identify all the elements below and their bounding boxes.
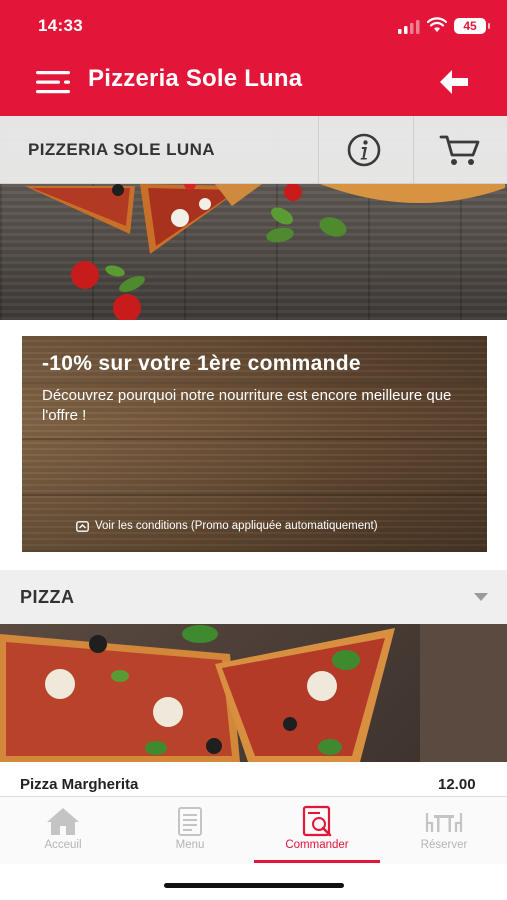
- restaurant-hero: PIZZERIA SOLE LUNA: [0, 116, 507, 320]
- tab-commander[interactable]: Commander: [254, 797, 380, 865]
- table-icon: [425, 813, 463, 832]
- hamburger-menu-icon[interactable]: [36, 68, 72, 96]
- promo-title: -10% sur votre 1ère commande: [42, 352, 361, 375]
- order-icon: [302, 805, 332, 837]
- signal-icon: [398, 20, 420, 34]
- promo-description: Découvrez pourquoi notre nourriture est …: [42, 387, 452, 424]
- bottom-tab-bar: Acceuil Menu Commander Réserver: [0, 796, 507, 864]
- cart-icon[interactable]: [439, 132, 481, 168]
- promo-banner[interactable]: -10% sur votre 1ère commande Découvrez p…: [22, 336, 487, 552]
- menu-item-name: Pizza Margherita: [20, 776, 139, 793]
- top-bar: 14:33 45 Pizzeria Sole Luna: [0, 0, 507, 116]
- menu-book-icon: [178, 807, 202, 836]
- promo-conditions: Voir les conditions (Promo appliquée aut…: [95, 520, 378, 532]
- restaurant-band: PIZZERIA SOLE LUNA: [0, 116, 507, 184]
- tab-label: Acceuil: [44, 839, 82, 851]
- tab-label: Commander: [285, 839, 349, 851]
- band-divider: [318, 116, 319, 184]
- tab-label: Menu: [175, 839, 205, 851]
- battery-indicator: 45: [454, 18, 490, 34]
- home-icon: [47, 808, 79, 835]
- category-header-pizza[interactable]: PIZZA: [0, 570, 507, 624]
- back-arrow-icon[interactable]: [438, 68, 470, 96]
- info-icon[interactable]: [344, 132, 384, 168]
- page-title: Pizzeria Sole Luna: [88, 65, 303, 92]
- home-indicator: [164, 883, 344, 888]
- tab-reserver[interactable]: Réserver: [381, 797, 507, 865]
- tab-label: Réserver: [420, 839, 468, 851]
- tab-accueil[interactable]: Acceuil: [0, 797, 126, 865]
- pizza-image: [0, 624, 507, 762]
- app-bar: Pizzeria Sole Luna: [0, 52, 507, 116]
- wifi-icon: [427, 17, 447, 32]
- promo-conditions-link[interactable]: Voir les conditions (Promo appliquée aut…: [76, 518, 378, 534]
- menu-item-price: 12.00: [438, 776, 476, 793]
- band-divider: [413, 116, 414, 184]
- status-time: 14:33: [38, 16, 83, 35]
- category-name: PIZZA: [20, 587, 75, 607]
- conditions-icon: [76, 520, 89, 532]
- restaurant-name: PIZZERIA SOLE LUNA: [28, 140, 215, 159]
- status-bar: 14:33 45: [0, 0, 507, 52]
- tab-menu[interactable]: Menu: [127, 797, 253, 865]
- active-tab-indicator: [254, 860, 380, 863]
- chevron-down-icon: [474, 593, 488, 601]
- pizza-photo: [0, 624, 507, 762]
